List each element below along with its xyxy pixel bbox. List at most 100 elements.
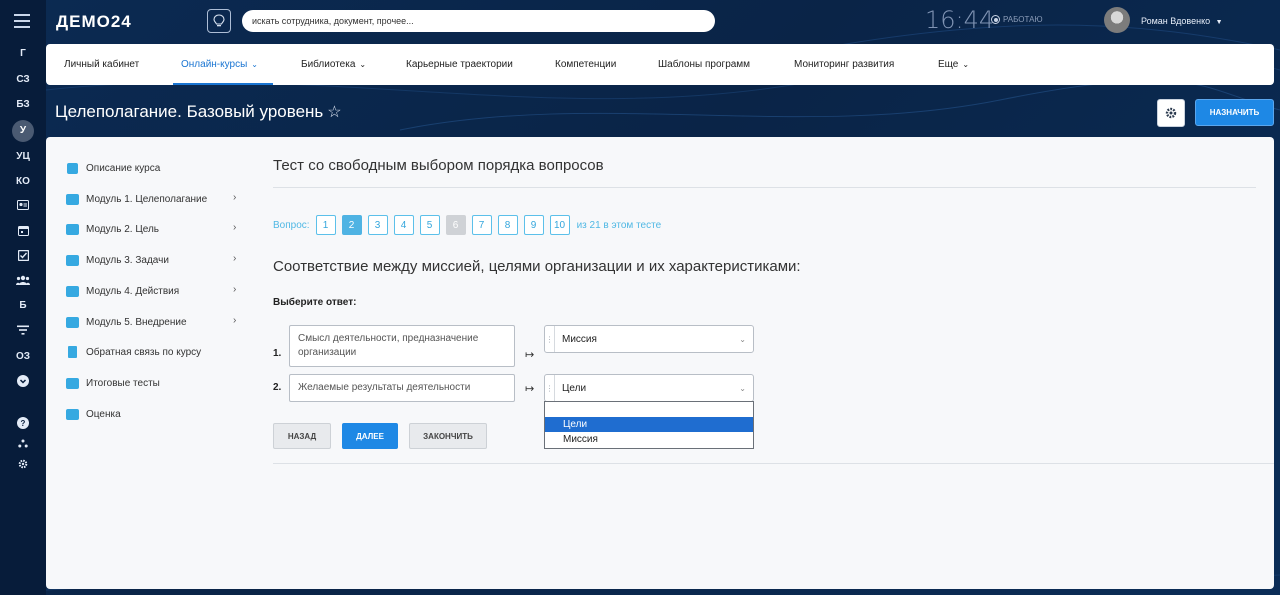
selected-value: Миссия <box>562 333 597 345</box>
sidebar-item-module-1[interactable]: Модуль 1. Целеполагание › <box>66 190 246 208</box>
tab-personal-cabinet[interactable]: Личный кабинет <box>64 59 139 70</box>
rail-item-b[interactable]: Б <box>0 300 46 311</box>
star-icon[interactable]: ☆ <box>327 104 341 121</box>
match-select-1[interactable]: ⋮ Миссия ⌄ <box>544 325 754 353</box>
rail-item-sz[interactable]: СЗ <box>0 74 46 85</box>
chevron-right-icon: › <box>233 192 237 203</box>
rail-item-ko[interactable]: КО <box>0 176 46 187</box>
question-number-1[interactable]: 1 <box>315 215 336 235</box>
maps-to-arrow-icon: ↦ <box>525 349 535 361</box>
dropdown-option-empty[interactable] <box>545 402 753 417</box>
sidebar-item-module-4[interactable]: Модуль 4. Действия › <box>66 282 246 300</box>
question-number-5[interactable]: 5 <box>419 215 440 235</box>
question-text: Соответствие между миссией, целями орган… <box>273 258 801 275</box>
active-tab-indicator <box>173 83 273 85</box>
settings-icon[interactable] <box>0 459 46 470</box>
chevron-down-icon: ⌄ <box>739 383 746 393</box>
sidebar-item-final-tests[interactable]: Итоговые тесты <box>66 374 160 392</box>
chevron-right-icon: › <box>233 222 237 233</box>
chevron-down-icon: ⌄ <box>359 60 367 69</box>
rail-item-u[interactable]: У <box>0 120 46 142</box>
question-number-3[interactable]: 3 <box>367 215 388 235</box>
maps-to-arrow-icon: ↦ <box>525 383 535 395</box>
sidebar-item-course-description[interactable]: Описание курса <box>66 159 160 177</box>
back-button[interactable]: НАЗАД <box>273 423 331 449</box>
question-label: Вопрос: <box>273 219 310 231</box>
assign-button[interactable]: НАЗНАЧИТЬ <box>1195 99 1274 126</box>
lightbulb-icon[interactable] <box>207 9 231 33</box>
rail-item-uts[interactable]: УЦ <box>0 151 46 162</box>
chevron-down-icon: ⌄ <box>251 60 258 69</box>
chevron-right-icon: › <box>233 253 237 264</box>
content-card: Описание курса Модуль 1. Целеполагание › … <box>46 137 1274 589</box>
tab-competencies[interactable]: Компетенции <box>555 59 616 70</box>
hamburger-menu-icon[interactable] <box>14 14 30 28</box>
document-icon <box>68 346 77 358</box>
finish-button[interactable]: ЗАКОНЧИТЬ <box>409 423 487 449</box>
rail-item-oz[interactable]: ОЗ <box>0 351 46 362</box>
page-title: Целеполагание. Базовый уровень ☆ <box>55 102 342 122</box>
calendar-icon[interactable] <box>0 225 46 236</box>
gear-icon <box>1165 107 1177 119</box>
select-dropdown-list: Цели Миссия <box>544 401 754 449</box>
module-icon <box>66 193 79 205</box>
help-icon[interactable]: ? <box>0 417 46 429</box>
left-rail: Г СЗ БЗ У УЦ КО Б ОЗ ? <box>0 0 46 595</box>
module-icon <box>66 254 79 266</box>
match-select-2[interactable]: ⋮ Цели ⌄ <box>544 374 754 402</box>
question-number-8[interactable]: 8 <box>497 215 518 235</box>
work-status[interactable]: РАБОТАЮ <box>991 15 1043 24</box>
tab-career-paths[interactable]: Карьерные траектории <box>406 59 513 70</box>
next-button[interactable]: ДАЛЕЕ <box>342 423 398 449</box>
settings-button[interactable] <box>1157 99 1185 127</box>
match-source-1: Смысл деятельности, предназначение орган… <box>289 325 515 367</box>
dropdown-option-goals[interactable]: Цели <box>545 417 753 432</box>
sidebar-item-evaluation[interactable]: Оценка <box>66 405 121 423</box>
avatar[interactable] <box>1104 7 1130 33</box>
question-pagination: Вопрос: 1 2 3 4 5 6 7 8 9 10 из 21 в это… <box>273 215 661 235</box>
question-number-9[interactable]: 9 <box>523 215 544 235</box>
rail-item-bz[interactable]: БЗ <box>0 99 46 110</box>
chevron-down-icon: ⌄ <box>739 334 746 344</box>
sidebar-item-module-3[interactable]: Модуль 3. Задачи › <box>66 251 246 269</box>
question-number-7[interactable]: 7 <box>471 215 492 235</box>
selected-value: Цели <box>562 382 587 394</box>
user-name: Роман Вдовенко <box>1141 16 1211 26</box>
pair-number: 2. <box>273 382 282 393</box>
filter-icon[interactable] <box>0 325 46 336</box>
caret-down-icon: ▼ <box>1215 19 1223 26</box>
sidebar-item-module-2[interactable]: Модуль 2. Цель › <box>66 220 246 238</box>
question-total: из 21 в этом тесте <box>576 219 662 231</box>
tab-library[interactable]: Библиотека ⌄ <box>301 59 366 70</box>
svg-text:ДЕМО24: ДЕМО24 <box>56 12 132 31</box>
info-icon <box>67 162 78 174</box>
search-input[interactable]: искать сотрудника, документ, прочее... <box>242 10 715 32</box>
main-nav: Личный кабинет Онлайн-курсы ⌄ Библиотека ⌄… <box>46 44 1274 85</box>
tab-program-templates[interactable]: Шаблоны программ <box>658 59 750 70</box>
tab-online-courses[interactable]: Онлайн-курсы ⌄ <box>181 59 258 70</box>
tab-development-monitoring[interactable]: Мониторинг развития <box>794 59 894 70</box>
chevron-right-icon: › <box>233 284 237 295</box>
pair-number: 1. <box>273 348 282 359</box>
sidebar-item-feedback[interactable]: Обратная связь по курсу <box>66 343 201 361</box>
dropdown-option-mission[interactable]: Миссия <box>545 432 753 447</box>
question-number-10[interactable]: 10 <box>549 215 570 235</box>
clipboard-icon <box>66 408 79 420</box>
people-icon[interactable] <box>0 275 46 286</box>
match-source-2: Желаемые результаты деятельности <box>289 374 515 402</box>
chevron-circle-icon[interactable] <box>0 375 46 387</box>
checkbox-icon[interactable] <box>0 250 46 261</box>
network-icon[interactable] <box>0 438 46 449</box>
tab-more[interactable]: Еще ⌄ <box>938 59 969 70</box>
sidebar-item-module-5[interactable]: Модуль 5. Внедрение › <box>66 313 246 331</box>
drag-grip-icon: ⋮ <box>545 375 555 401</box>
question-number-2[interactable]: 2 <box>341 215 362 235</box>
rail-item-g[interactable]: Г <box>0 48 46 59</box>
drag-grip-icon: ⋮ <box>545 326 555 352</box>
status-radio-icon <box>991 15 1000 24</box>
question-number-4[interactable]: 4 <box>393 215 414 235</box>
chevron-down-icon: ⌄ <box>962 60 970 69</box>
app-logo[interactable]: ДЕМО24 <box>56 10 146 32</box>
user-menu[interactable]: Роман Вдовенко ▼ <box>1141 16 1223 26</box>
id-card-icon[interactable] <box>0 200 46 211</box>
